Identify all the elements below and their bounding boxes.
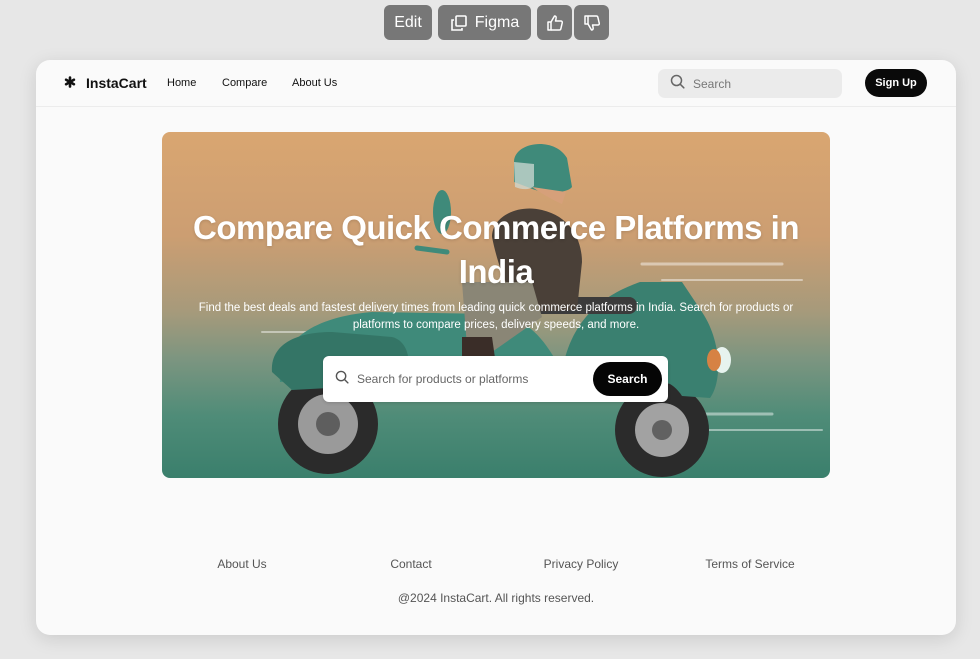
- nav-link-compare[interactable]: Compare: [222, 77, 267, 89]
- toolbar: Edit Figma: [384, 5, 609, 40]
- nav-link-home[interactable]: Home: [167, 77, 196, 89]
- thumbs-up-button[interactable]: [537, 5, 572, 40]
- feedback-buttons: [537, 5, 609, 40]
- asterisk-logo-icon: [64, 76, 76, 90]
- brand[interactable]: InstaCart: [64, 75, 147, 91]
- nav-search-box[interactable]: [658, 69, 842, 98]
- navbar: InstaCart Home Compare About Us Sign Up: [36, 60, 956, 107]
- hero-banner: Compare Quick Commerce Platforms in Indi…: [162, 132, 830, 478]
- copyright-text: @2024 InstaCart. All rights reserved.: [397, 591, 595, 605]
- hero-title: Compare Quick Commerce Platforms in Indi…: [192, 209, 800, 290]
- app-window: InstaCart Home Compare About Us Sign Up: [36, 60, 956, 635]
- footer-link-about-us[interactable]: About Us: [217, 557, 266, 571]
- nav-link-about-us[interactable]: About Us: [292, 77, 337, 89]
- sign-up-button[interactable]: Sign Up: [865, 69, 927, 97]
- hero-search-button-label: Search: [607, 372, 648, 386]
- nav-search-input[interactable]: [693, 76, 823, 91]
- thumbs-down-icon: [583, 14, 601, 32]
- hero-search-box[interactable]: Search: [323, 356, 668, 402]
- thumbs-up-icon: [546, 14, 564, 32]
- copy-icon: [450, 14, 468, 32]
- search-icon: [670, 74, 685, 94]
- hero-subtitle: Find the best deals and fastest delivery…: [198, 302, 794, 331]
- footer-link-contact[interactable]: Contact: [390, 557, 431, 571]
- brand-name: InstaCart: [86, 75, 147, 91]
- figma-button[interactable]: Figma: [438, 5, 531, 40]
- footer-link-privacy-policy[interactable]: Privacy Policy: [544, 557, 619, 571]
- thumbs-down-button[interactable]: [574, 5, 609, 40]
- hero-search-input[interactable]: [357, 372, 582, 386]
- sign-up-label: Sign Up: [875, 77, 917, 89]
- figma-button-label: Figma: [474, 13, 520, 31]
- search-icon: [335, 370, 349, 389]
- hero-search-button[interactable]: Search: [593, 362, 662, 396]
- edit-button[interactable]: Edit: [384, 5, 432, 40]
- edit-button-label: Edit: [394, 13, 422, 31]
- footer-link-terms-of-service[interactable]: Terms of Service: [705, 557, 794, 571]
